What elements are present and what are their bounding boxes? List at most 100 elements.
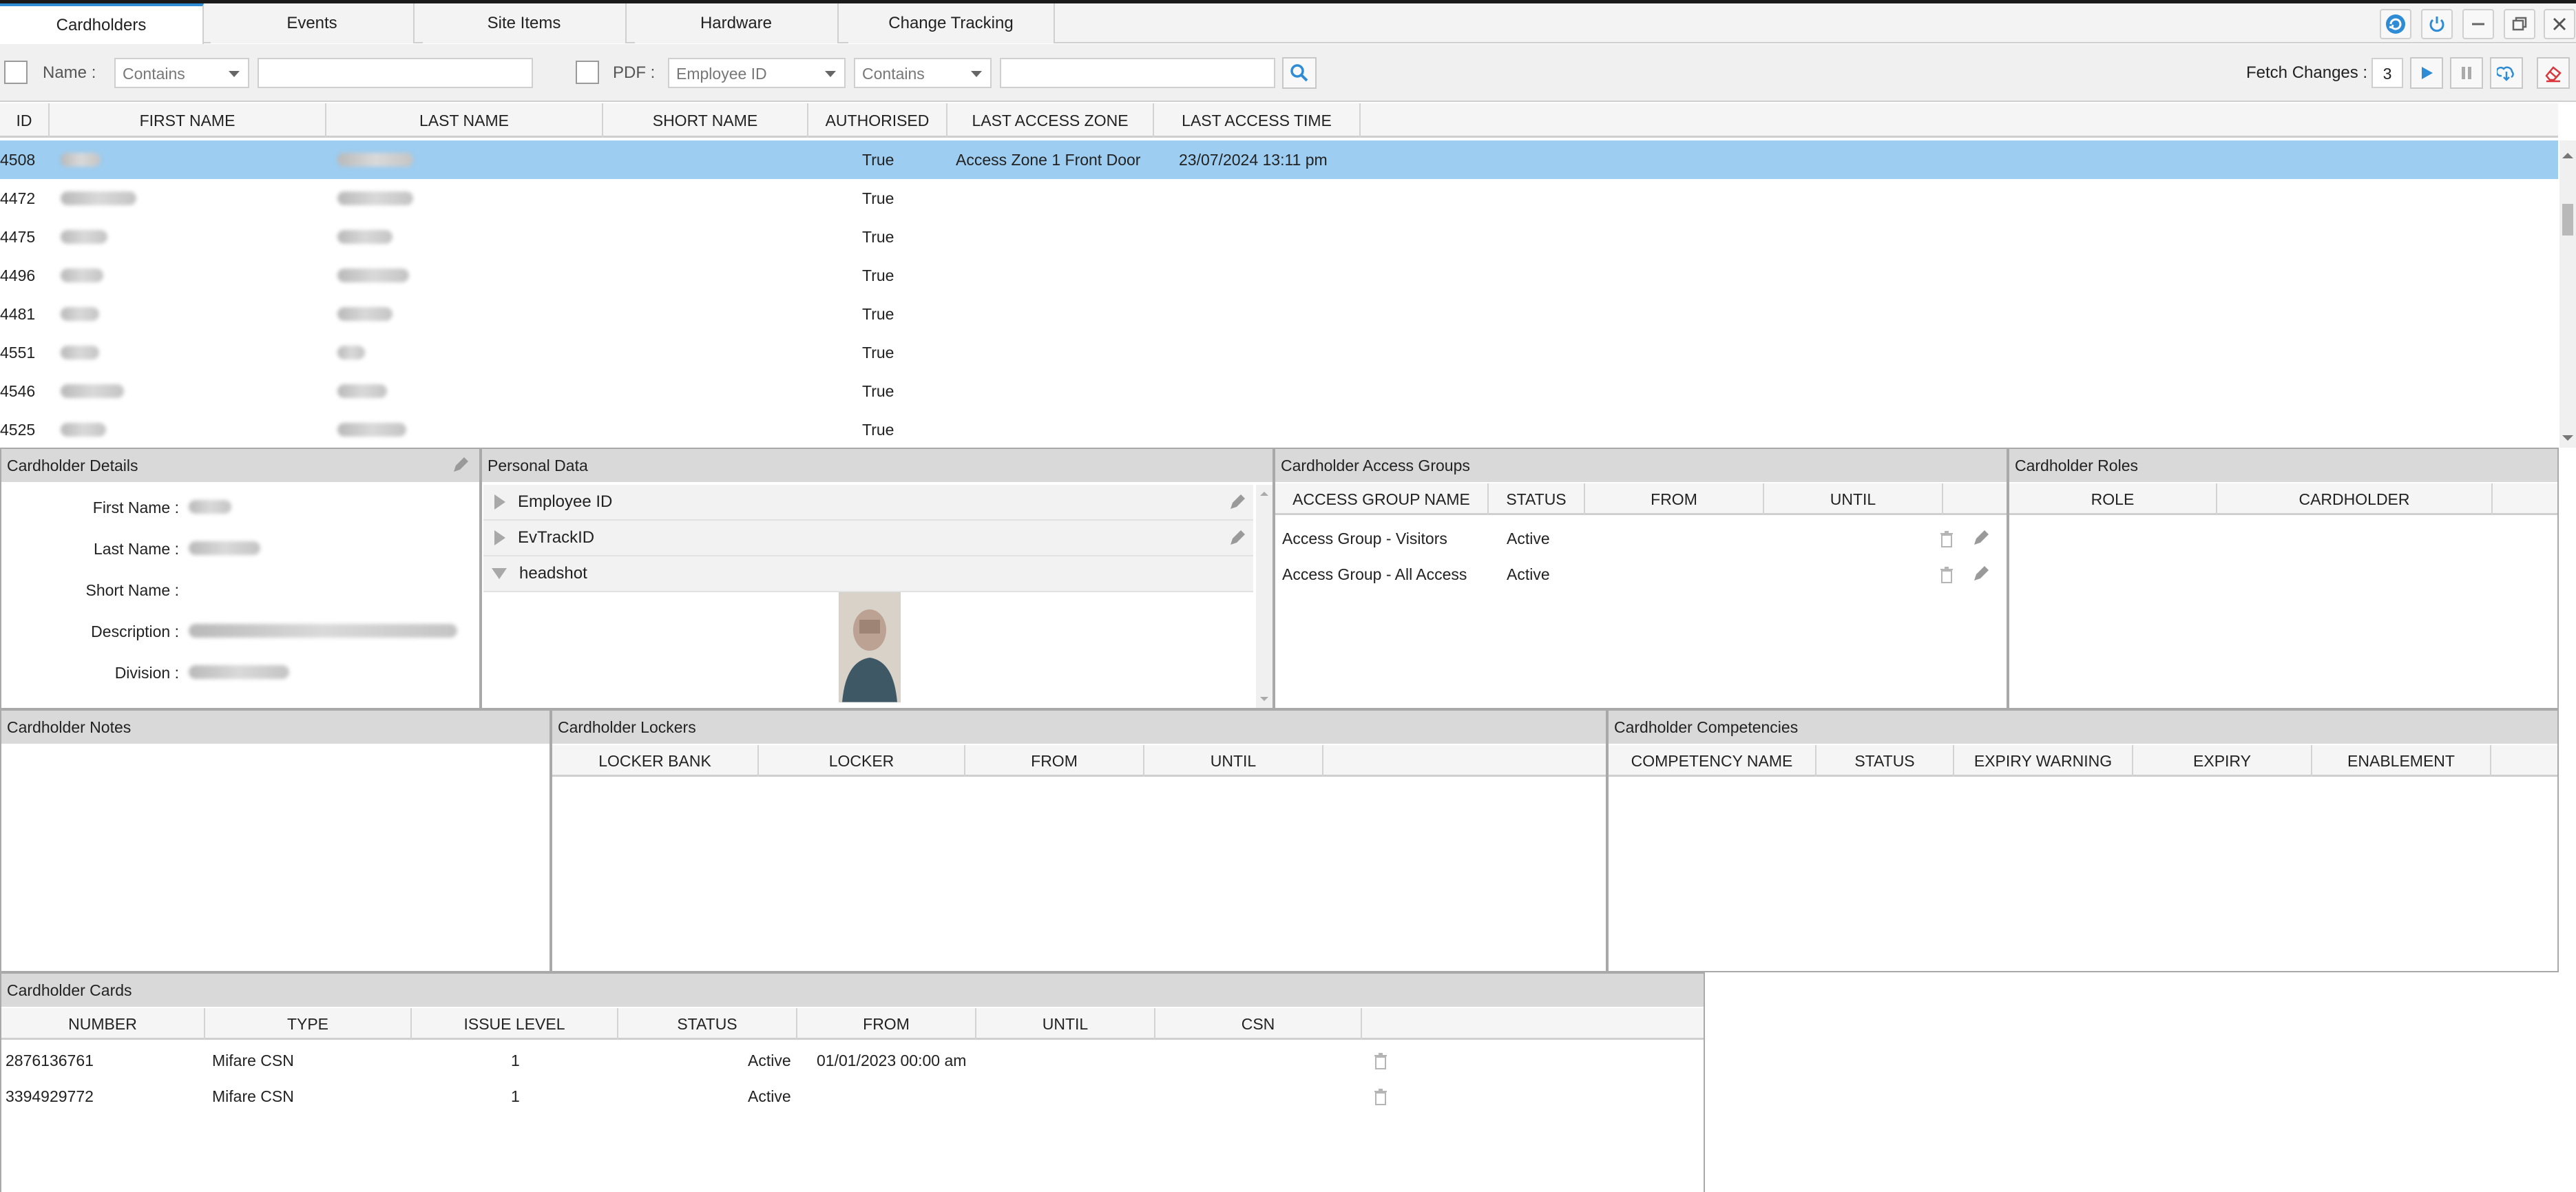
column-header-locker[interactable]: LOCKER — [759, 745, 965, 777]
column-header-first-name[interactable]: FIRST NAME — [50, 103, 326, 138]
trash-icon[interactable] — [1939, 566, 1954, 584]
personal-data-panel: Personal Data Employee ID EvTrackID head… — [481, 448, 1274, 709]
column-header-status[interactable]: STATUS — [1816, 745, 1954, 777]
tab-hardware[interactable]: Hardware — [635, 3, 839, 43]
column-header-cardholder[interactable]: CARDHOLDER — [2217, 483, 2493, 515]
column-header-from[interactable]: FROM — [1585, 483, 1764, 515]
pdf-item-evtrackid[interactable]: EvTrackID — [483, 521, 1253, 556]
panel-title-text: Cardholder Access Groups — [1281, 456, 1470, 474]
table-row[interactable]: Access Group - Visitors Active — [1275, 521, 2007, 556]
download-button[interactable] — [2490, 57, 2523, 89]
column-header-until[interactable]: UNTIL — [976, 1008, 1155, 1040]
table-row[interactable]: 4472 True — [0, 179, 2558, 218]
table-row[interactable]: 4496 True — [0, 256, 2558, 295]
edit-pencil-icon[interactable] — [1227, 493, 1246, 512]
cell-authorised: True — [862, 189, 894, 207]
column-header-last-name[interactable]: LAST NAME — [326, 103, 603, 138]
fetch-changes-input[interactable]: 3 — [2371, 58, 2403, 88]
pdf-mode-select[interactable]: Contains — [854, 58, 992, 88]
search-button[interactable] — [1282, 57, 1317, 89]
column-header-from[interactable]: FROM — [965, 745, 1144, 777]
column-header-until[interactable]: UNTIL — [1144, 745, 1323, 777]
table-row[interactable]: 2876136761 Mifare CSN 1 Active 01/01/202… — [1, 1043, 1704, 1078]
column-header-competency-name[interactable]: COMPETENCY NAME — [1609, 745, 1816, 777]
download-icon — [2497, 66, 2514, 81]
power-button[interactable] — [2421, 9, 2453, 39]
column-header-short-name[interactable]: SHORT NAME — [603, 103, 808, 138]
expand-arrow-icon[interactable] — [494, 494, 505, 510]
column-header-enablement[interactable]: ENABLEMENT — [2312, 745, 2491, 777]
edit-pencil-icon[interactable] — [450, 456, 470, 475]
scrollbar-thumb[interactable] — [2562, 204, 2573, 236]
expand-arrow-icon[interactable] — [494, 530, 505, 545]
table-row[interactable]: 4481 True — [0, 295, 2558, 333]
restore-button[interactable] — [2504, 9, 2535, 39]
table-row[interactable]: 4551 True — [0, 333, 2558, 372]
cell-id: 4508 — [0, 150, 36, 169]
pdf-item-label: headshot — [519, 564, 587, 583]
edit-pencil-icon[interactable] — [1971, 565, 1990, 584]
table-row[interactable]: 4525 True — [0, 410, 2558, 449]
column-header-from[interactable]: FROM — [797, 1008, 976, 1040]
column-header-authorised[interactable]: AUTHORISED — [808, 103, 947, 138]
pdf-search-input[interactable] — [1000, 58, 1275, 88]
panel-title: Cardholder Competencies — [1609, 711, 2557, 744]
column-header-csn[interactable]: CSN — [1155, 1008, 1362, 1040]
tab-events[interactable]: Events — [211, 3, 415, 43]
tab-site-items[interactable]: Site Items — [423, 3, 627, 43]
refresh-button[interactable] — [2380, 9, 2411, 39]
column-header-expiry[interactable]: EXPIRY — [2133, 745, 2312, 777]
edit-pencil-icon[interactable] — [1971, 529, 1990, 548]
cell-number: 2876136761 — [6, 1051, 94, 1069]
play-button[interactable] — [2410, 57, 2443, 89]
cell-first-name — [61, 295, 99, 333]
column-header-locker-bank[interactable]: LOCKER BANK — [552, 745, 759, 777]
column-header-type[interactable]: TYPE — [205, 1008, 412, 1040]
minimize-button[interactable] — [2462, 9, 2494, 39]
table-row[interactable]: Access Group - All Access Active — [1275, 556, 2007, 592]
cell-last-name — [337, 179, 413, 218]
pdf-item-employee-id[interactable]: Employee ID — [483, 485, 1253, 521]
trash-icon[interactable] — [1373, 1052, 1388, 1070]
chevron-up-icon — [2562, 153, 2573, 158]
filter-bar: Name : Contains PDF : Employee ID Contai… — [0, 44, 2576, 102]
panel-title: Cardholder Notes — [1, 711, 549, 744]
clear-button[interactable] — [2537, 57, 2570, 89]
column-header-last-access-zone[interactable]: LAST ACCESS ZONE — [947, 103, 1154, 138]
personal-data-scrollbar[interactable] — [1256, 485, 1273, 708]
table-row[interactable]: 4475 True — [0, 218, 2558, 256]
cell-issue-level: 1 — [511, 1087, 520, 1105]
pdf-field-select[interactable]: Employee ID — [668, 58, 846, 88]
collapse-arrow-icon[interactable] — [492, 568, 507, 579]
column-header-last-access-time[interactable]: LAST ACCESS TIME — [1154, 103, 1361, 138]
cell-id: 4472 — [0, 189, 36, 207]
name-search-input[interactable] — [258, 58, 533, 88]
close-button[interactable] — [2544, 9, 2575, 39]
column-header-issue-level[interactable]: ISSUE LEVEL — [412, 1008, 618, 1040]
column-header-status[interactable]: STATUS — [618, 1008, 797, 1040]
name-mode-select[interactable]: Contains — [114, 58, 249, 88]
table-row[interactable]: 4508 True Access Zone 1 Front Door 23/07… — [0, 140, 2558, 179]
column-header-status[interactable]: STATUS — [1489, 483, 1585, 515]
column-header-role[interactable]: ROLE — [2009, 483, 2217, 515]
grid-scrollbar[interactable] — [2559, 140, 2576, 448]
edit-pencil-icon[interactable] — [1227, 529, 1246, 548]
tab-label: Cardholders — [56, 16, 147, 34]
column-header-expiry-warning[interactable]: EXPIRY WARNING — [1954, 745, 2133, 777]
trash-icon[interactable] — [1373, 1088, 1388, 1106]
table-row[interactable]: 4546 True — [0, 372, 2558, 410]
cards-header: NUMBER TYPE ISSUE LEVEL STATUS FROM UNTI… — [1, 1008, 1704, 1040]
column-header-id[interactable]: ID — [0, 103, 50, 138]
column-header-number[interactable]: NUMBER — [1, 1008, 205, 1040]
pdf-item-headshot[interactable]: headshot — [483, 556, 1253, 592]
tab-cardholders[interactable]: Cardholders — [0, 3, 204, 45]
column-header-until[interactable]: UNTIL — [1764, 483, 1943, 515]
tab-change-tracking[interactable]: Change Tracking — [848, 3, 1055, 43]
chevron-down-icon — [971, 71, 982, 77]
pdf-filter-checkbox[interactable] — [576, 61, 599, 84]
name-filter-checkbox[interactable] — [4, 61, 28, 84]
column-header-access-group-name[interactable]: ACCESS GROUP NAME — [1275, 483, 1489, 515]
table-row[interactable]: 3394929772 Mifare CSN 1 Active — [1, 1078, 1704, 1114]
trash-icon[interactable] — [1939, 530, 1954, 548]
pause-button[interactable] — [2450, 57, 2483, 89]
